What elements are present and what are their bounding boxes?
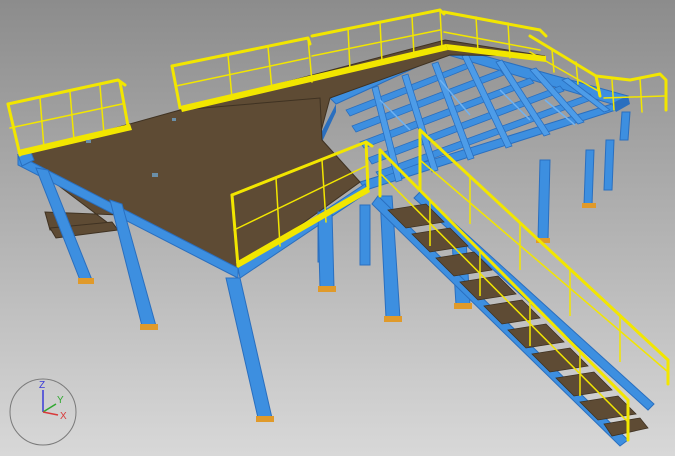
y-axis-label: Y — [57, 395, 64, 406]
x-axis-line — [42, 411, 59, 416]
axis-orientation-triad[interactable]: Z Y X — [8, 377, 78, 447]
z-axis-label: Z — [39, 380, 45, 391]
x-axis-label: X — [60, 411, 67, 422]
3d-model-viewport[interactable]: Z Y X — [0, 0, 675, 456]
steel-platform-model[interactable] — [0, 0, 675, 456]
y-axis-line — [42, 403, 57, 413]
